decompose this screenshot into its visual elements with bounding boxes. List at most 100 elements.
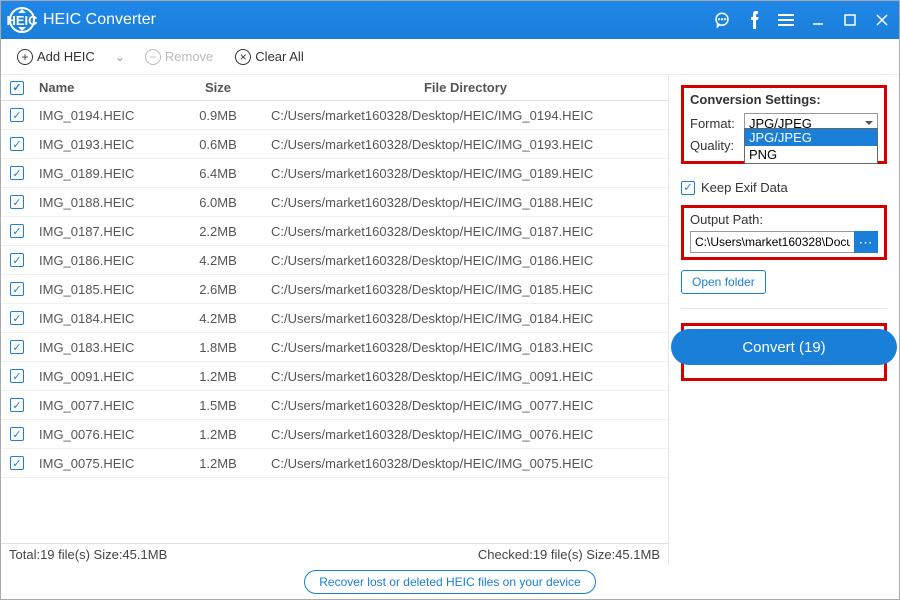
col-size-header[interactable]: Size [173,80,263,95]
table-row[interactable]: ✓IMG_0188.HEIC6.0MBC:/Users/market160328… [1,188,668,217]
output-path-input[interactable] [690,231,854,253]
cell-name: IMG_0194.HEIC [33,108,173,123]
row-checkbox[interactable]: ✓ [10,311,24,325]
cell-dir: C:/Users/market160328/Desktop/HEIC/IMG_0… [263,224,668,239]
table-header: ✓ Name Size File Directory [1,75,668,101]
cell-size: 0.9MB [173,108,263,123]
cell-size: 2.6MB [173,282,263,297]
row-checkbox[interactable]: ✓ [10,427,24,441]
cell-size: 1.2MB [173,427,263,442]
recover-link[interactable]: Recover lost or deleted HEIC files on yo… [304,570,595,594]
cell-size: 6.0MB [173,195,263,210]
cell-dir: C:/Users/market160328/Desktop/HEIC/IMG_0… [263,195,668,210]
cell-dir: C:/Users/market160328/Desktop/HEIC/IMG_0… [263,427,668,442]
row-checkbox[interactable]: ✓ [10,137,24,151]
table-row[interactable]: ✓IMG_0183.HEIC1.8MBC:/Users/market160328… [1,333,668,362]
cell-dir: C:/Users/market160328/Desktop/HEIC/IMG_0… [263,253,668,268]
cell-name: IMG_0185.HEIC [33,282,173,297]
format-dropdown: JPG/JPEG PNG [744,128,878,164]
cell-name: IMG_0184.HEIC [33,311,173,326]
browse-button[interactable]: ⋯ [854,231,878,253]
feedback-icon[interactable] [713,11,731,29]
maximize-icon[interactable] [841,11,859,29]
cell-size: 0.6MB [173,137,263,152]
toolbar: +Add HEIC ⌄ −Remove ×Clear All [1,39,899,75]
select-all-checkbox[interactable]: ✓ [10,81,24,95]
divider [681,308,887,309]
row-checkbox[interactable]: ✓ [10,398,24,412]
cell-name: IMG_0186.HEIC [33,253,173,268]
cell-name: IMG_0187.HEIC [33,224,173,239]
col-name-header[interactable]: Name [33,80,173,95]
output-path-box: Output Path: ⋯ [681,205,887,260]
close-icon[interactable] [873,11,891,29]
title-bar: HEIC HEIC Converter [1,1,899,39]
remove-button[interactable]: −Remove [139,45,219,69]
table-row[interactable]: ✓ IMG_0184.HEIC4.2MBC:/Users/market160328… [1,304,668,333]
cell-size: 6.4MB [173,166,263,181]
cell-size: 4.2MB [173,253,263,268]
row-checkbox[interactable]: ✓ [10,369,24,383]
menu-icon[interactable] [777,11,795,29]
col-dir-header[interactable]: File Directory [263,80,668,95]
file-list-panel: ✓ Name Size File Directory ✓ IMG_0194.HEI… [1,75,669,565]
cell-name: IMG_0091.HEIC [33,369,173,384]
quality-label: Quality: [690,138,744,153]
table-row[interactable]: ✓ IMG_0185.HEIC2.6MBC:/Users/market160328… [1,275,668,304]
row-checkbox[interactable]: ✓ [10,195,24,209]
cell-dir: C:/Users/market160328/Desktop/HEIC/IMG_0… [263,456,668,471]
row-checkbox[interactable]: ✓ [10,108,24,122]
cell-name: IMG_0189.HEIC [33,166,173,181]
row-checkbox[interactable]: ✓ [10,340,24,354]
row-checkbox[interactable]: ✓ [10,282,24,296]
format-option-png[interactable]: PNG [745,146,877,163]
cell-dir: C:/Users/market160328/Desktop/HEIC/IMG_0… [263,166,668,181]
table-row[interactable]: ✓IMG_0193.HEIC0.6MBC:/Users/market160328… [1,130,668,159]
app-logo: HEIC [9,7,35,33]
table-body: ✓IMG_0194.HEIC0.9MBC:/Users/market160328… [1,101,668,543]
table-row[interactable]: ✓IMG_0077.HEIC1.5MBC:/Users/market160328… [1,391,668,420]
add-dropdown-icon[interactable]: ⌄ [111,50,129,64]
table-row[interactable]: ✓ IMG_0091.HEIC1.2MBC:/Users/market160328… [1,362,668,391]
row-checkbox[interactable]: ✓ [10,224,24,238]
open-folder-button[interactable]: Open folder [681,270,766,294]
row-checkbox[interactable]: ✓ [10,456,24,470]
status-total: Total:19 file(s) Size:45.1MB [9,547,167,562]
status-bar: Total:19 file(s) Size:45.1MB Checked:19 … [1,543,668,565]
convert-button[interactable]: Convert (19) [671,329,897,365]
row-checkbox[interactable]: ✓ [10,166,24,180]
cell-size: 1.5MB [173,398,263,413]
cell-dir: C:/Users/market160328/Desktop/HEIC/IMG_0… [263,340,668,355]
table-row[interactable]: ✓ IMG_0189.HEIC6.4MBC:/Users/market160328… [1,159,668,188]
cell-dir: C:/Users/market160328/Desktop/HEIC/IMG_0… [263,137,668,152]
table-row[interactable]: ✓ IMG_0076.HEIC1.2MBC:/Users/market160328… [1,420,668,449]
keep-exif-label: Keep Exif Data [701,180,788,195]
cell-size: 4.2MB [173,311,263,326]
minimize-icon[interactable] [809,11,827,29]
app-title: HEIC Converter [43,11,713,29]
cell-size: 2.2MB [173,224,263,239]
cell-name: IMG_0076.HEIC [33,427,173,442]
clear-all-button[interactable]: ×Clear All [229,45,309,69]
cell-dir: C:/Users/market160328/Desktop/HEIC/IMG_0… [263,398,668,413]
cell-dir: C:/Users/market160328/Desktop/HEIC/IMG_0… [263,369,668,384]
output-path-label: Output Path: [690,212,878,227]
cell-size: 1.2MB [173,369,263,384]
facebook-icon[interactable] [745,11,763,29]
table-row[interactable]: ✓IMG_0194.HEIC0.9MBC:/Users/market160328… [1,101,668,130]
cell-dir: C:/Users/market160328/Desktop/HEIC/IMG_0… [263,311,668,326]
format-option-jpg[interactable]: JPG/JPEG [745,129,877,146]
keep-exif-checkbox[interactable]: ✓ [681,181,695,195]
add-heic-button[interactable]: +Add HEIC [11,45,101,69]
table-row[interactable]: ✓ IMG_0186.HEIC4.2MBC:/Users/market160328… [1,246,668,275]
cell-dir: C:/Users/market160328/Desktop/HEIC/IMG_0… [263,282,668,297]
table-row[interactable]: ✓IMG_0075.HEIC1.2MBC:/Users/market160328… [1,449,668,478]
conversion-settings-box: Conversion Settings: Format: JPG/JPEG Qu… [681,85,887,164]
row-checkbox[interactable]: ✓ [10,253,24,267]
status-checked: Checked:19 file(s) Size:45.1MB [478,547,660,562]
plus-icon: + [17,49,33,65]
settings-panel: Conversion Settings: Format: JPG/JPEG Qu… [669,75,899,565]
minus-icon: − [145,49,161,65]
table-row[interactable]: ✓ IMG_0187.HEIC2.2MBC:/Users/market160328… [1,217,668,246]
x-icon: × [235,49,251,65]
